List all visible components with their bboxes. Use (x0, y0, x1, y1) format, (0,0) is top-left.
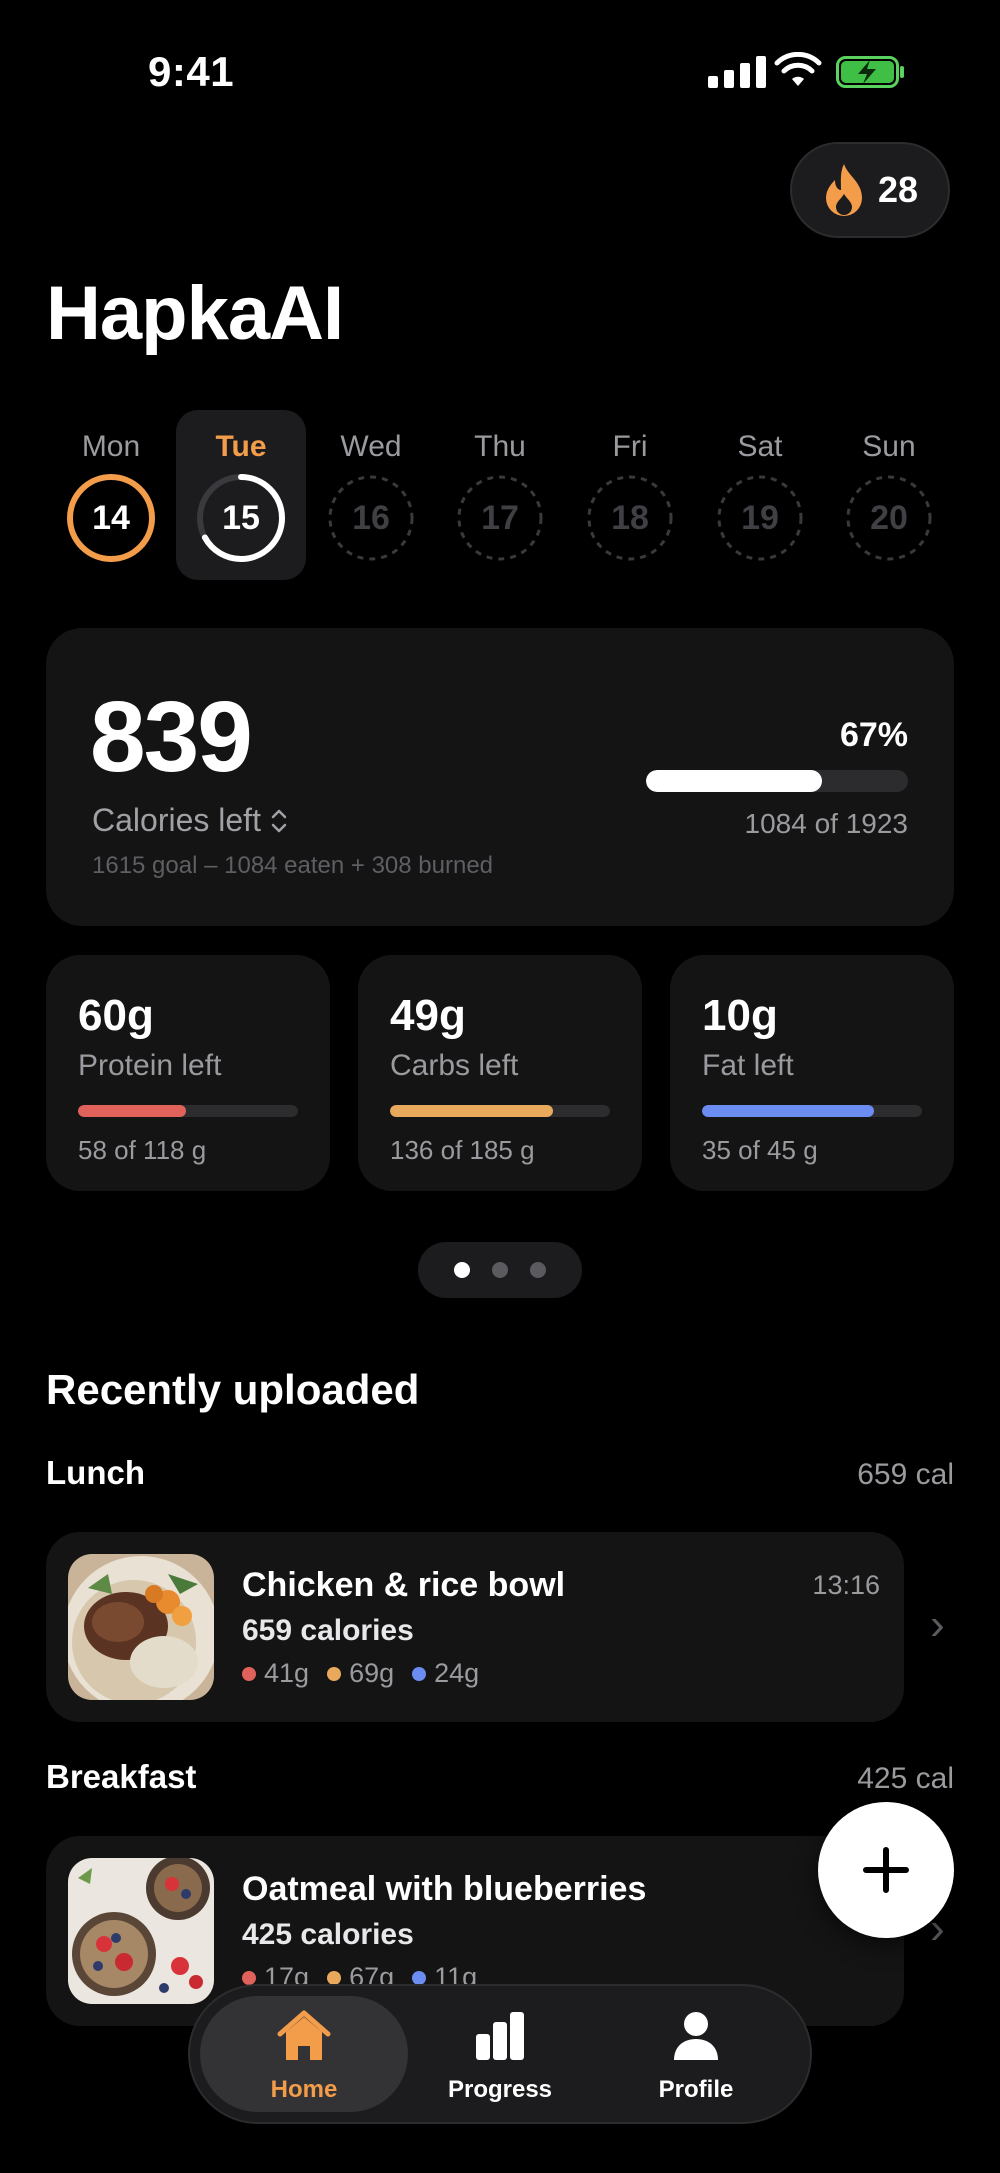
page-indicator[interactable] (418, 1242, 582, 1298)
streak-count: 28 (877, 169, 919, 210)
home-icon (277, 2010, 331, 2060)
protein-progress-fill (78, 1105, 186, 1117)
day-label: Tue (215, 430, 267, 463)
protein-dot-icon (242, 1970, 256, 1985)
tab-profile[interactable]: Profile (592, 1996, 800, 2112)
chevron-right-icon[interactable]: › (930, 1600, 945, 1650)
meal-fat: 24g (434, 1658, 480, 1688)
calories-progress-bar (646, 770, 908, 792)
fat-progress-fill (702, 1105, 874, 1117)
day-number: 16 (352, 499, 390, 537)
fat-dot-icon (412, 1666, 427, 1681)
app-title: HapkaAI (46, 271, 344, 356)
day-label: Sun (862, 430, 916, 463)
flame-icon (825, 164, 862, 216)
breakfast-calories: 425 cal (857, 1762, 954, 1795)
tab-label: Progress (447, 2076, 553, 2103)
calories-eaten-of-total: 1084 of 1923 (744, 808, 909, 839)
bar-chart-icon (476, 2012, 524, 2060)
tab-label: Home (270, 2076, 338, 2103)
day-wed[interactable]: Wed 16 (306, 410, 436, 580)
calories-left-label: Calories left (92, 802, 261, 838)
day-number: 18 (611, 499, 649, 537)
day-sat[interactable]: Sat 19 (695, 410, 825, 580)
day-fri[interactable]: Fri 18 (565, 410, 695, 580)
calories-formula: 1615 goal – 1084 eaten + 308 burned (92, 852, 494, 879)
carbs-dot-icon (327, 1970, 342, 1985)
day-number: 14 (92, 499, 130, 537)
breakfast-heading: Breakfast (46, 1758, 197, 1795)
plus-icon (863, 1847, 909, 1893)
day-label: Wed (340, 430, 402, 463)
day-label: Fri (612, 430, 648, 463)
day-mon[interactable]: Mon 14 (46, 410, 176, 580)
fat-progress-bar (702, 1105, 922, 1117)
day-tue[interactable]: Tue 15 (176, 410, 306, 580)
wifi-icon (774, 52, 822, 86)
meal-calories: 425 calories (242, 1918, 414, 1951)
chevron-up-down-icon (271, 809, 287, 832)
day-sun[interactable]: Sun 20 (824, 410, 954, 580)
calories-progress-fill (646, 770, 822, 792)
page-dot-2[interactable] (492, 1262, 508, 1278)
person-icon (674, 2012, 718, 2060)
meal-name: Oatmeal with blueberries (242, 1870, 647, 1908)
fat-card[interactable]: 10g Fat left 35 of 45 g (670, 955, 954, 1191)
meal-protein: 41g (264, 1658, 310, 1688)
page-dot-1[interactable] (454, 1262, 470, 1278)
meal-time: 13:16 (812, 1570, 880, 1600)
recently-uploaded-heading: Recently uploaded (46, 1366, 420, 1413)
fat-dot-icon (412, 1970, 427, 1985)
calories-toggle[interactable]: Calories left (92, 802, 289, 839)
day-label: Mon (81, 430, 141, 463)
day-number: 15 (222, 499, 260, 537)
tab-home[interactable]: Home (200, 1996, 408, 2112)
day-number: 20 (870, 499, 908, 537)
protein-card[interactable]: 60g Protein left 58 of 118 g (46, 955, 330, 1191)
fat-sub: 35 of 45 g (702, 1135, 818, 1165)
day-label: Thu (474, 430, 526, 463)
fat-left-label: Fat left (702, 1049, 794, 1082)
lunch-heading: Lunch (46, 1454, 145, 1491)
carbs-dot-icon (327, 1666, 342, 1681)
fat-left-value: 10g (702, 991, 778, 1040)
meal-name: Chicken & rice bowl (242, 1566, 566, 1604)
protein-left-value: 60g (78, 991, 154, 1040)
meal-carbs: 69g (349, 1658, 395, 1688)
calories-percent: 67% (839, 716, 908, 754)
protein-progress-bar (78, 1105, 298, 1117)
battery-charging-icon (836, 56, 904, 88)
protein-dot-icon (242, 1666, 256, 1681)
protein-sub: 58 of 118 g (78, 1135, 207, 1165)
add-meal-button[interactable] (818, 1802, 954, 1938)
calories-left-value: 839 (90, 681, 253, 793)
carbs-left-value: 49g (390, 991, 466, 1040)
carbs-left-label: Carbs left (390, 1049, 519, 1082)
carbs-sub: 136 of 185 g (390, 1135, 535, 1165)
status-time: 9:41 (148, 48, 235, 95)
week-selector: Mon 14 Tue 15 Wed 16 Thu 17 Fri 18 Sat 1… (46, 410, 954, 580)
day-number: 17 (481, 499, 519, 537)
protein-left-label: Protein left (78, 1049, 222, 1082)
page-dot-3[interactable] (530, 1262, 546, 1278)
carbs-card[interactable]: 49g Carbs left 136 of 185 g (358, 955, 642, 1191)
carbs-progress-bar (390, 1105, 610, 1117)
streak-badge[interactable]: 28 (790, 142, 950, 238)
tab-label: Profile (658, 2076, 734, 2103)
day-label: Sat (737, 430, 783, 463)
lunch-calories: 659 cal (857, 1458, 954, 1491)
day-number: 19 (741, 499, 779, 537)
tab-bar: Home Progress Profile (188, 1984, 812, 2124)
tab-progress[interactable]: Progress (396, 1996, 604, 2112)
day-thu[interactable]: Thu 17 (435, 410, 565, 580)
meal-macros: 41g 69g 24g (242, 1658, 479, 1689)
meal-card-lunch[interactable]: Chicken & rice bowl 659 calories 41g 69g… (46, 1532, 904, 1722)
carbs-progress-fill (390, 1105, 553, 1117)
meal-calories: 659 calories (242, 1614, 414, 1647)
meal-photo (68, 1554, 214, 1700)
meal-photo (68, 1858, 214, 2004)
cellular-signal-icon (708, 54, 766, 88)
